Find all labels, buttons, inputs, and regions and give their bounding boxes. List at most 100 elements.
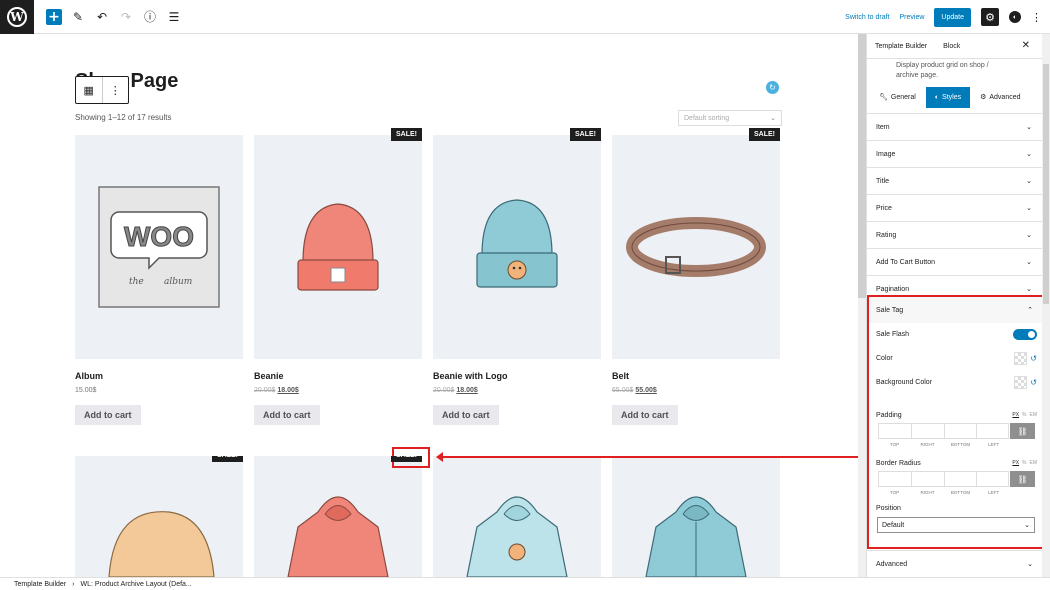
color-row: Color ↺ <box>876 351 1037 365</box>
close-icon[interactable]: ✕ <box>1022 40 1030 51</box>
gear-icon: ⚙ <box>980 94 987 101</box>
section-price[interactable]: Price ⌄ <box>867 194 1042 221</box>
sorting-select[interactable]: Default sorting ⌄ <box>678 110 782 126</box>
color-swatch[interactable] <box>1014 351 1028 365</box>
sidebar-scrollbar[interactable] <box>1042 34 1050 577</box>
tab-block[interactable]: Block <box>943 43 960 50</box>
product-price: 15.00$ <box>75 387 97 394</box>
plugin-icon[interactable]: ◐ <box>1009 11 1021 23</box>
chevron-down-icon: ⌄ <box>1026 232 1032 239</box>
tab-template-builder[interactable]: Template Builder <box>875 43 927 50</box>
info-icon[interactable]: ⓘ <box>142 9 158 25</box>
add-to-cart-button[interactable]: Add to cart <box>433 405 499 425</box>
chevron-down-icon: ⌄ <box>1026 286 1032 293</box>
product-name[interactable]: Beanie with Logo <box>433 371 601 381</box>
product-image[interactable]: SALE! <box>254 456 422 577</box>
unit-selector[interactable]: PX% EM <box>1012 460 1037 466</box>
padding-top-input[interactable] <box>878 423 911 439</box>
link-icon[interactable]: ⛓︎ <box>1010 423 1036 439</box>
product-image[interactable]: SALE! <box>433 128 601 359</box>
redo-icon[interactable]: ↷ <box>118 9 134 25</box>
product-image[interactable]: SALE! <box>75 456 243 577</box>
breadcrumb-current-block[interactable]: WL: Product Archive Layout (Defa... <box>80 581 191 588</box>
wordpress-logo[interactable]: W <box>0 0 34 34</box>
sale-badge: SALE! <box>391 128 422 141</box>
padding-inputs: ⛓︎ <box>869 423 1043 439</box>
padding-bottom-input[interactable] <box>943 423 977 439</box>
section-image[interactable]: Image ⌄ <box>867 140 1042 167</box>
section-add-to-cart-button[interactable]: Add To Cart Button ⌄ <box>867 248 1042 275</box>
product-card: WOO the album Album 15.00$ Add to cart <box>75 135 243 425</box>
product-name[interactable]: Beanie <box>254 371 422 381</box>
annotation-arrow <box>440 456 864 458</box>
add-to-cart-button[interactable]: Add to cart <box>75 405 141 425</box>
tab-advanced[interactable]: ⚙ Advanced <box>976 87 1024 107</box>
product-price: 20.00$ 18.00$ <box>254 387 299 394</box>
more-options-icon[interactable]: ⋮ <box>1031 11 1042 24</box>
section-advanced[interactable]: Advanced ⌄ <box>867 550 1043 577</box>
wrench-icon: 🔧︎ <box>879 94 888 101</box>
link-icon[interactable]: ⛓︎ <box>1010 471 1036 487</box>
sale-flash-row: Sale Flash <box>869 323 1043 345</box>
section-rating[interactable]: Rating ⌄ <box>867 221 1042 248</box>
tab-styles[interactable]: ◐ Styles <box>925 86 971 108</box>
product-price: 65.00$ 55.00$ <box>612 387 657 394</box>
product-image[interactable] <box>433 456 601 577</box>
chevron-down-icon: ⌄ <box>1026 151 1032 158</box>
add-to-cart-button[interactable]: Add to cart <box>612 405 678 425</box>
reset-icon[interactable]: ↺ <box>1030 354 1037 363</box>
background-color-swatch[interactable] <box>1014 375 1028 389</box>
radius-bottom-input[interactable] <box>943 471 977 487</box>
undo-icon[interactable]: ↶ <box>94 9 110 25</box>
update-button[interactable]: Update <box>934 7 971 27</box>
chevron-down-icon: ⌄ <box>1026 259 1032 266</box>
palette-icon: ◐ <box>934 93 940 101</box>
sidebar-tabs: Template Builder Block ✕ <box>867 34 1042 59</box>
block-options-icon[interactable]: ⋮ <box>103 77 129 103</box>
canvas-scrollbar[interactable] <box>858 34 866 577</box>
unit-selector[interactable]: PX% EM <box>1012 412 1037 418</box>
product-image[interactable]: WOO the album <box>75 135 243 359</box>
list-view-icon[interactable]: ☰ <box>166 9 182 25</box>
section-title[interactable]: Title ⌄ <box>867 167 1042 194</box>
position-select[interactable]: Default ⌄ <box>877 517 1035 533</box>
belt-art <box>626 217 766 277</box>
product-image[interactable]: SALE! <box>254 128 422 359</box>
add-to-cart-button[interactable]: Add to cart <box>254 405 320 425</box>
product-image[interactable] <box>612 456 780 577</box>
product-name[interactable]: Album <box>75 371 243 381</box>
reset-icon[interactable]: ↺ <box>1030 378 1037 387</box>
radius-top-input[interactable] <box>878 471 911 487</box>
section-sale-tag[interactable]: Sale Tag ⌃ <box>869 297 1043 323</box>
breadcrumb-template-builder[interactable]: Template Builder <box>14 581 66 588</box>
canvas-scrollbar-thumb[interactable] <box>858 34 866 298</box>
tab-general[interactable]: 🔧︎ General <box>875 87 920 107</box>
sidebar-scrollbar-thumb[interactable] <box>1043 64 1049 304</box>
pencil-icon[interactable]: ✎ <box>70 9 86 25</box>
radius-left-input[interactable] <box>976 471 1010 487</box>
settings-gear-icon[interactable]: ⚙ <box>981 8 999 26</box>
chevron-down-icon: ⌄ <box>1026 178 1032 185</box>
product-card: SALE! Beanie with Logo 20.00$ 18.00$ Add… <box>433 128 601 425</box>
padding-left-input[interactable] <box>976 423 1010 439</box>
grid-icon[interactable]: ▦ <box>76 77 103 103</box>
cap-art <box>108 511 215 577</box>
product-image[interactable]: SALE! <box>612 128 780 359</box>
chevron-down-icon: ⌄ <box>1026 124 1032 131</box>
radius-right-input[interactable] <box>910 471 944 487</box>
refresh-icon[interactable]: ↻ <box>766 81 779 94</box>
product-card <box>433 456 601 577</box>
add-block-button[interactable]: + <box>46 8 62 25</box>
sale-flash-toggle[interactable] <box>1013 328 1037 340</box>
product-name[interactable]: Belt <box>612 371 780 381</box>
sale-tag-panel: Sale Tag ⌃ Sale Flash Color ↺ Background … <box>867 295 1045 549</box>
album-art: WOO the album <box>98 186 220 308</box>
section-item[interactable]: Item ⌄ <box>867 113 1042 140</box>
hoodie-art <box>287 496 389 577</box>
preview-button[interactable]: Preview <box>900 14 925 21</box>
padding-right-input[interactable] <box>910 423 944 439</box>
chevron-up-icon: ⌃ <box>1027 307 1033 314</box>
switch-to-draft-button[interactable]: Switch to draft <box>845 14 889 21</box>
beanie-logo-art <box>476 198 558 288</box>
chevron-down-icon: ⌄ <box>1027 561 1033 568</box>
